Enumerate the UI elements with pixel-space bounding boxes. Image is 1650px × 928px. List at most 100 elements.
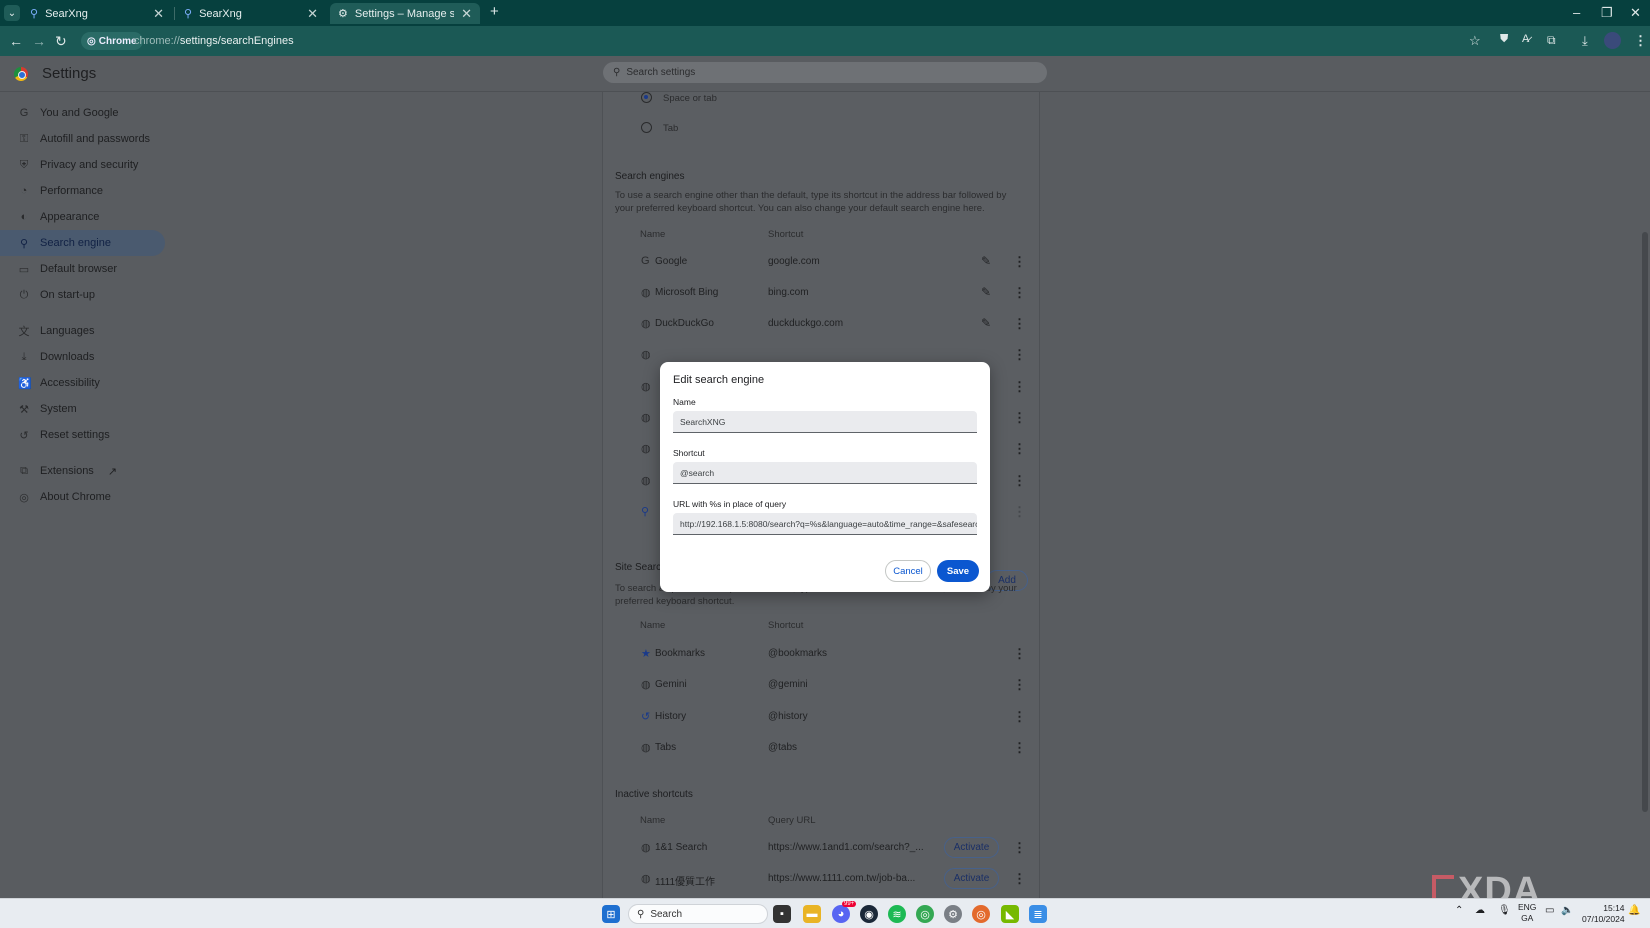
discord-icon[interactable]: ◕ bbox=[832, 905, 850, 923]
nvidia-icon[interactable]: ◣ bbox=[1001, 905, 1019, 923]
extensions-puzzle-icon[interactable]: ⧉ bbox=[1547, 33, 1556, 48]
forward-button[interactable]: → bbox=[32, 33, 46, 49]
download-icon: ⤓ bbox=[21, 350, 27, 363]
url-scheme: chrome:// bbox=[134, 35, 180, 47]
tab-searxng-2[interactable]: ⚲ SearXng ✕ bbox=[176, 3, 326, 24]
chrome-icon: ◎ bbox=[19, 491, 29, 504]
scrollbar-thumb[interactable] bbox=[1642, 232, 1648, 812]
search-settings-input[interactable]: ⚲ Search settings bbox=[603, 62, 1047, 83]
more-actions-icon[interactable]: ⋮ bbox=[1013, 740, 1026, 756]
edit-search-engine-dialog: Edit search engine Name SearchXNG Shortc… bbox=[660, 362, 990, 592]
sidebar-item-privacy[interactable]: ⛨ Privacy and security bbox=[0, 152, 165, 178]
language-indicator[interactable]: ENG GA bbox=[1518, 902, 1536, 924]
more-actions-icon[interactable]: ⋮ bbox=[1013, 410, 1026, 426]
more-actions-icon[interactable]: ⋮ bbox=[1013, 677, 1026, 693]
sidebar-item-reset[interactable]: ↺ Reset settings bbox=[0, 422, 165, 448]
sidebar-item-system[interactable]: ⚒ System bbox=[0, 396, 165, 422]
extension-icon[interactable]: ⛊ bbox=[1500, 33, 1508, 46]
file-explorer-icon[interactable]: ▬ bbox=[803, 905, 821, 923]
puzzle-icon: ⧉ bbox=[20, 464, 28, 477]
more-actions-icon[interactable]: ⋮ bbox=[1013, 347, 1026, 363]
more-actions-icon[interactable]: ⋮ bbox=[1013, 504, 1026, 520]
chrome-profile-icon[interactable]: ◎ bbox=[972, 905, 990, 923]
radio-space-or-tab[interactable] bbox=[641, 92, 652, 103]
downloads-icon[interactable]: ⤓ bbox=[1582, 33, 1588, 49]
address-bar[interactable]: chrome://settings/searchEngines bbox=[134, 35, 294, 47]
menu-kebab-icon[interactable]: ⋮ bbox=[1634, 33, 1647, 49]
palette-icon: ◐ bbox=[20, 211, 28, 223]
more-actions-icon[interactable]: ⋮ bbox=[1013, 646, 1026, 662]
reader-icon[interactable]: A̷ bbox=[1522, 33, 1529, 45]
save-button[interactable]: Save bbox=[937, 560, 979, 582]
more-actions-icon[interactable]: ⋮ bbox=[1013, 871, 1026, 887]
reload-button[interactable]: ↻ bbox=[55, 33, 67, 50]
activate-button[interactable]: Activate bbox=[944, 868, 999, 889]
activate-button[interactable]: Activate bbox=[944, 837, 999, 858]
steam-icon[interactable]: ◉ bbox=[860, 905, 878, 923]
spotify-icon[interactable]: ≋ bbox=[888, 905, 906, 923]
sidebar-item-accessibility[interactable]: ♿ Accessibility bbox=[0, 370, 165, 396]
notepad-icon[interactable]: ≣ bbox=[1029, 905, 1047, 923]
more-actions-icon[interactable]: ⋮ bbox=[1013, 316, 1026, 332]
sidebar-item-appearance[interactable]: ◐ Appearance bbox=[0, 204, 165, 230]
page-scrollbar[interactable] bbox=[1640, 92, 1650, 898]
sidebar-item-search-engine[interactable]: ⚲ Search engine bbox=[0, 230, 165, 256]
sidebar-item-autofill[interactable]: ⚿ Autofill and passwords bbox=[0, 126, 165, 152]
globe-icon: ◍ bbox=[641, 412, 651, 424]
key-icon: ⚿ bbox=[19, 132, 29, 145]
close-tab-icon[interactable]: ✕ bbox=[461, 6, 472, 22]
taskbar-search-input[interactable]: ⚲ Search bbox=[628, 904, 768, 924]
bookmark-star-icon[interactable]: ☆ bbox=[1469, 33, 1481, 49]
shortcut-input[interactable]: @search bbox=[673, 462, 977, 484]
name-input[interactable]: SearchXNG bbox=[673, 411, 977, 433]
microphone-icon[interactable]: 🎙 bbox=[1498, 905, 1511, 916]
sidebar-item-default-browser[interactable]: ▭ Default browser bbox=[0, 256, 165, 282]
minimize-button[interactable]: – bbox=[1573, 5, 1580, 20]
chrome-icon[interactable]: ◎ bbox=[916, 905, 934, 923]
close-tab-icon[interactable]: ✕ bbox=[153, 6, 164, 22]
search-icon: ⚲ bbox=[637, 908, 645, 920]
close-tab-icon[interactable]: ✕ bbox=[307, 6, 318, 22]
radio-tab[interactable] bbox=[641, 122, 652, 133]
volume-icon[interactable]: 🔈 bbox=[1561, 905, 1573, 916]
more-actions-icon[interactable]: ⋮ bbox=[1013, 441, 1026, 457]
page-title: Settings bbox=[42, 65, 97, 82]
new-tab-button[interactable]: + bbox=[490, 3, 499, 20]
back-button[interactable]: ← bbox=[9, 33, 23, 49]
notification-bell-icon[interactable]: 🔔 bbox=[1628, 905, 1640, 916]
edit-pencil-icon[interactable]: ✎ bbox=[981, 316, 991, 330]
more-actions-icon[interactable]: ⋮ bbox=[1013, 254, 1026, 270]
more-actions-icon[interactable]: ⋮ bbox=[1013, 709, 1026, 725]
edit-pencil-icon[interactable]: ✎ bbox=[981, 254, 991, 268]
sidebar-item-downloads[interactable]: ⤓ Downloads bbox=[0, 344, 165, 370]
network-icon[interactable]: ▭ bbox=[1545, 905, 1554, 916]
tab-searxng-1[interactable]: ⚲ SearXng ✕ bbox=[22, 3, 172, 24]
close-window-button[interactable]: ✕ bbox=[1630, 5, 1641, 21]
system-clock[interactable]: 15:14 07/10/2024 bbox=[1582, 903, 1625, 925]
more-actions-icon[interactable]: ⋮ bbox=[1013, 379, 1026, 395]
tab-search-button[interactable]: ⌄ bbox=[4, 5, 20, 21]
more-actions-icon[interactable]: ⋮ bbox=[1013, 285, 1026, 301]
cancel-button[interactable]: Cancel bbox=[885, 560, 931, 582]
sidebar-item-extensions[interactable]: ⧉ Extensions ↗ bbox=[0, 458, 165, 484]
sidebar-item-on-startup[interactable]: ⏻ On start-up bbox=[0, 282, 165, 308]
sidebar-item-you-and-google[interactable]: G You and Google bbox=[0, 100, 165, 126]
onedrive-icon[interactable]: ☁ bbox=[1475, 905, 1485, 916]
google-icon: G bbox=[641, 255, 650, 267]
sidebar-item-languages[interactable]: 文 Languages bbox=[0, 318, 165, 344]
restore-button[interactable]: ❐ bbox=[1601, 5, 1613, 21]
more-actions-icon[interactable]: ⋮ bbox=[1013, 840, 1026, 856]
sidebar-item-performance[interactable]: ◔ Performance bbox=[0, 178, 165, 204]
url-input[interactable]: http://192.168.1.5:8080/search?q=%s&lang… bbox=[673, 513, 977, 535]
windows-start-icon[interactable]: ⊞ bbox=[602, 905, 620, 923]
table-row: ◍ 1111優質工作 https://www.1111.com.tw/job-b… bbox=[603, 864, 1041, 895]
tab-settings[interactable]: ⚙ Settings – Manage search engi ✕ bbox=[330, 3, 480, 24]
sidebar-item-about[interactable]: ◎ About Chrome bbox=[0, 484, 165, 510]
profile-avatar[interactable] bbox=[1604, 32, 1621, 49]
table-row: ◍ DuckDuckGo duckduckgo.com ✎ ⋮ bbox=[641, 316, 1026, 332]
settings-gear-icon[interactable]: ⚙ bbox=[944, 905, 962, 923]
tray-chevron-icon[interactable]: ⌃ bbox=[1455, 905, 1463, 916]
edit-pencil-icon[interactable]: ✎ bbox=[981, 285, 991, 299]
task-view-icon[interactable]: ▪ bbox=[773, 905, 791, 923]
more-actions-icon[interactable]: ⋮ bbox=[1013, 473, 1026, 489]
